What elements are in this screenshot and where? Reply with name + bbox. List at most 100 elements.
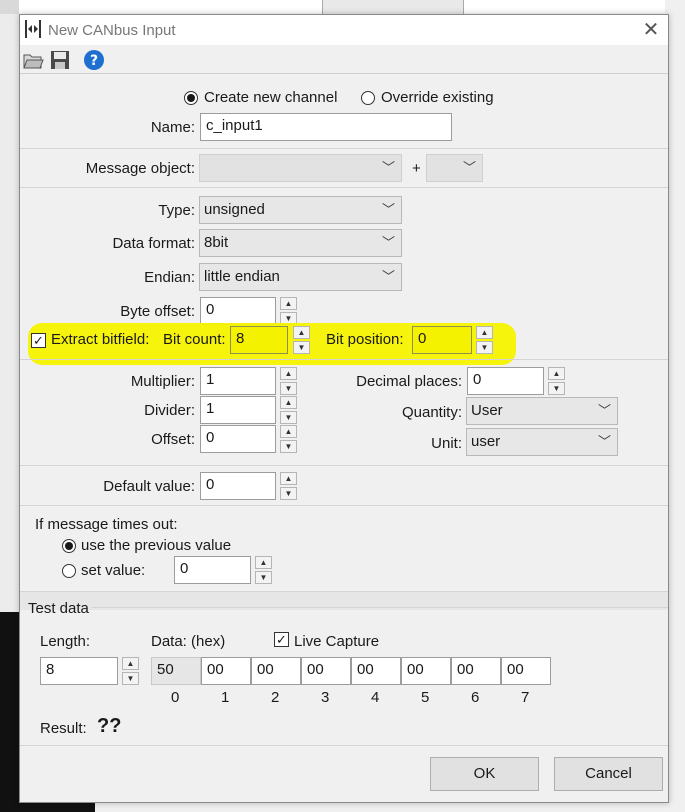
spin-down-icon[interactable]: ▼ (476, 341, 493, 354)
byte-index: 0 (171, 689, 180, 706)
use-previous-value-radio[interactable] (62, 539, 76, 553)
separator (20, 505, 668, 506)
set-value-label: set value: (81, 562, 146, 579)
length-label: Length: (40, 633, 91, 650)
svg-text:?: ? (90, 53, 98, 69)
type-value: unsigned (204, 201, 265, 218)
data-byte-input[interactable]: 00 (251, 657, 301, 685)
separator (20, 465, 668, 466)
type-label: Type: (158, 202, 195, 219)
data-byte-input[interactable]: 00 (351, 657, 401, 685)
separator (92, 607, 668, 608)
spin-up-icon[interactable]: ▲ (548, 367, 565, 380)
close-icon[interactable]: ✕ (636, 18, 666, 42)
message-extra-select[interactable]: ﹀ (426, 154, 483, 182)
spin-up-icon[interactable]: ▲ (255, 556, 272, 569)
spin-down-icon[interactable]: ▼ (280, 411, 297, 424)
spin-up-icon[interactable]: ▲ (280, 472, 297, 485)
spin-down-icon[interactable]: ▼ (122, 672, 139, 685)
bit-position-spinner[interactable]: ▲ ▼ (476, 326, 493, 354)
byte-offset-spinner[interactable]: ▲ ▼ (280, 297, 297, 325)
data-format-label: Data format: (112, 235, 195, 252)
override-existing-radio[interactable] (361, 91, 375, 105)
set-value-radio[interactable] (62, 564, 76, 578)
data-byte-input[interactable]: 00 (201, 657, 251, 685)
decimal-places-spinner[interactable]: ▲ ▼ (548, 367, 565, 395)
message-object-select[interactable]: ﹀ (199, 154, 402, 182)
data-byte-input[interactable]: 00 (501, 657, 551, 685)
bit-count-input[interactable]: 8 (230, 326, 288, 354)
help-icon[interactable]: ? (83, 49, 105, 71)
chevron-down-icon: ﹀ (381, 235, 395, 250)
open-folder-icon[interactable] (22, 49, 44, 71)
spin-up-icon[interactable]: ▲ (280, 425, 297, 438)
title-bar[interactable]: New CANbus Input ✕ (20, 15, 668, 45)
spin-up-icon[interactable]: ▲ (476, 326, 493, 339)
default-value-spinner[interactable]: ▲ ▼ (280, 472, 297, 500)
data-byte-input[interactable]: 00 (301, 657, 351, 685)
endian-select[interactable]: little endian ﹀ (199, 263, 402, 291)
message-object-label: Message object: (85, 160, 195, 177)
divider-spinner[interactable]: ▲ ▼ (280, 396, 297, 424)
set-value-spinner[interactable]: ▲ ▼ (255, 556, 272, 584)
spin-up-icon[interactable]: ▲ (280, 367, 297, 380)
extract-bitfield-checkbox[interactable]: ✓ (31, 333, 46, 348)
byte-index: 7 (521, 689, 530, 706)
default-value-label: Default value: (103, 478, 195, 495)
endian-label: Endian: (144, 269, 195, 286)
background-dark-panel (0, 612, 19, 812)
quantity-label: Quantity: (401, 404, 462, 421)
unit-label: Unit: (431, 435, 462, 452)
separator (20, 148, 668, 149)
byte-index: 6 (471, 689, 480, 706)
spin-up-icon[interactable]: ▲ (280, 297, 297, 310)
save-disk-icon[interactable] (49, 49, 71, 71)
spin-down-icon[interactable]: ▼ (255, 571, 272, 584)
data-byte-input[interactable]: 50 (151, 657, 201, 685)
type-select[interactable]: unsigned ﹀ (199, 196, 402, 224)
offset-input[interactable]: 0 (200, 425, 276, 453)
result-label: Result: (40, 720, 87, 737)
override-existing-label: Override existing (381, 89, 494, 106)
decimal-places-input[interactable]: 0 (467, 367, 544, 395)
multiplier-spinner[interactable]: ▲ ▼ (280, 367, 297, 395)
divider-input[interactable]: 1 (200, 396, 276, 424)
live-capture-checkbox[interactable]: ✓ (274, 632, 289, 647)
spin-up-icon[interactable]: ▲ (280, 396, 297, 409)
dialog-app-icon (25, 20, 41, 38)
data-byte-input[interactable]: 00 (451, 657, 501, 685)
spin-down-icon[interactable]: ▼ (293, 341, 310, 354)
ok-button[interactable]: OK (430, 757, 539, 791)
spin-down-icon[interactable]: ▼ (548, 382, 565, 395)
data-format-select[interactable]: 8bit ﹀ (199, 229, 402, 257)
unit-select[interactable]: user ﹀ (466, 428, 618, 456)
use-previous-value-label: use the previous value (81, 537, 232, 554)
set-value-input[interactable]: 0 (174, 556, 251, 584)
default-value-input[interactable]: 0 (200, 472, 276, 500)
bit-position-input[interactable]: 0 (412, 326, 472, 354)
offset-spinner[interactable]: ▲ ▼ (280, 425, 297, 453)
quantity-select[interactable]: User ﹀ (466, 397, 618, 425)
plus-sign: + (412, 160, 421, 177)
spin-down-icon[interactable]: ▼ (280, 487, 297, 500)
byte-index: 2 (271, 689, 280, 706)
separator (20, 359, 668, 360)
spin-down-icon[interactable]: ▼ (280, 440, 297, 453)
spin-up-icon[interactable]: ▲ (122, 657, 139, 670)
chevron-down-icon: ﹀ (597, 403, 611, 418)
data-byte-input[interactable]: 00 (401, 657, 451, 685)
spin-down-icon[interactable]: ▼ (280, 382, 297, 395)
name-input[interactable]: c_input1 (200, 113, 452, 141)
chevron-down-icon: ﹀ (381, 202, 395, 217)
dialog-title: New CANbus Input (48, 22, 176, 39)
create-new-channel-radio[interactable] (184, 91, 198, 105)
cancel-button[interactable]: Cancel (554, 757, 663, 791)
multiplier-input[interactable]: 1 (200, 367, 276, 395)
length-spinner[interactable]: ▲ ▼ (122, 657, 139, 685)
decimal-places-label: Decimal places: (356, 373, 462, 390)
length-input[interactable]: 8 (40, 657, 118, 685)
spin-up-icon[interactable]: ▲ (293, 326, 310, 339)
chevron-down-icon: ﹀ (381, 269, 395, 284)
byte-offset-input[interactable]: 0 (200, 297, 276, 325)
bit-count-spinner[interactable]: ▲ ▼ (293, 326, 310, 354)
